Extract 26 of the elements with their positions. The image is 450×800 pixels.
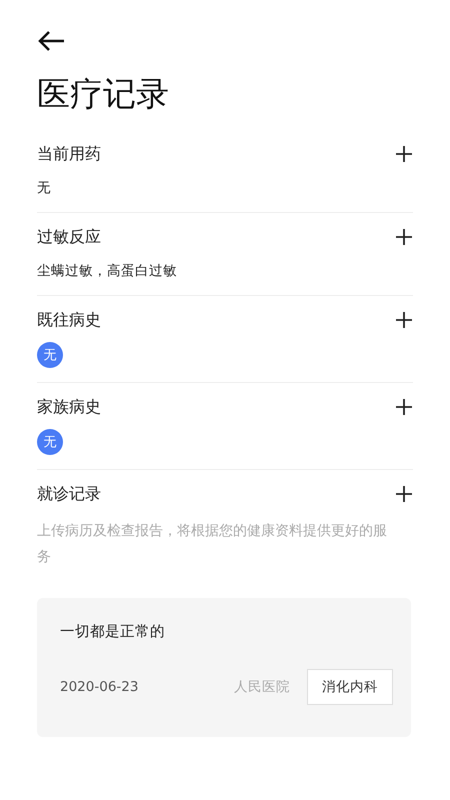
hospital-name: 人民医院 bbox=[234, 678, 290, 696]
hint-text: 上传病历及检查报告，将根据您的健康资料提供更好的服务 bbox=[37, 522, 388, 567]
page-title: 医疗记录 bbox=[37, 73, 170, 115]
plus-icon bbox=[395, 398, 413, 416]
status-badge: 无 bbox=[37, 342, 63, 368]
plus-icon bbox=[395, 311, 413, 329]
section-label: 当前用药 bbox=[37, 143, 101, 165]
add-button[interactable] bbox=[395, 485, 413, 503]
back-arrow-icon bbox=[37, 30, 65, 52]
section-label: 过敏反应 bbox=[37, 226, 101, 248]
section-label: 家族病史 bbox=[37, 396, 101, 418]
plus-icon bbox=[395, 145, 413, 163]
plus-icon bbox=[395, 485, 413, 503]
section-value: 尘螨过敏，高蛋白过敏 bbox=[37, 262, 178, 281]
department-tag[interactable]: 消化内科 bbox=[307, 669, 393, 705]
status-badge: 无 bbox=[37, 429, 63, 455]
section-value: 无 bbox=[37, 179, 52, 198]
record-title: 一切都是正常的 bbox=[60, 623, 166, 641]
record-date: 2020-06-23 bbox=[60, 679, 140, 695]
plus-icon bbox=[395, 228, 413, 246]
add-button[interactable] bbox=[395, 228, 413, 246]
section-label: 就诊记录 bbox=[37, 483, 101, 505]
add-button[interactable] bbox=[395, 145, 413, 163]
add-button[interactable] bbox=[395, 398, 413, 416]
section-label: 既往病史 bbox=[37, 309, 101, 331]
add-button[interactable] bbox=[395, 311, 413, 329]
